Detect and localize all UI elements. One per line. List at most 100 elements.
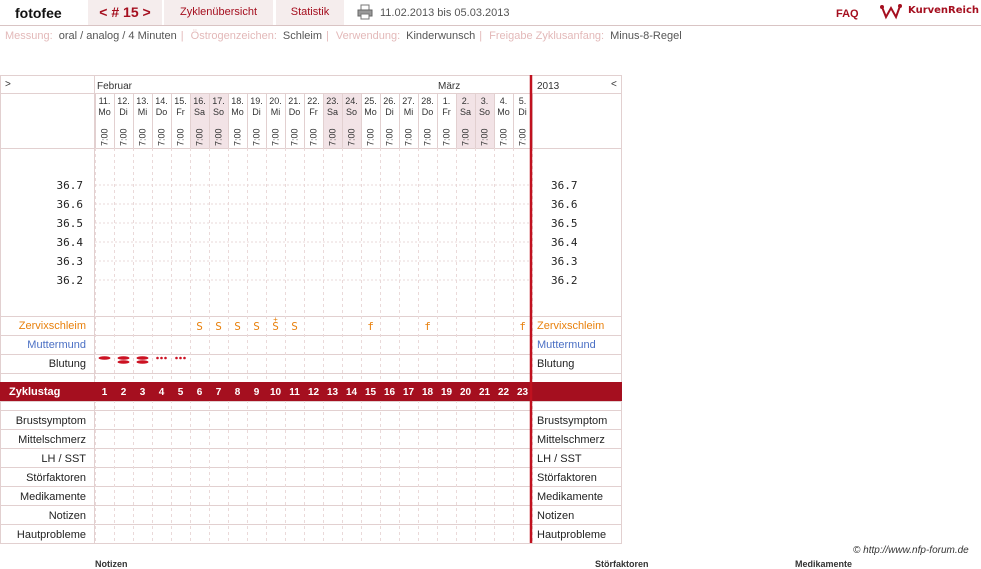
measure-time: 7:00 [423,128,433,146]
cervix-label-right: Muttermund [537,339,596,351]
day-weekday: Di [119,107,128,117]
day-date: 3. [481,96,489,106]
measure-time: 7:00 [271,128,281,146]
bleeding-spot-mark [160,356,163,360]
day-weekday: Fr [309,107,318,117]
temp-axis-left: 36.5 [57,217,84,230]
cycle-day-number: 6 [197,387,203,398]
temp-axis-right: 36.6 [551,198,578,211]
cycle-day-number: 18 [422,387,434,398]
cycle-day-number: 16 [384,387,396,398]
day-date: 1. [443,96,451,106]
disturbances-column-header: Störfaktoren [595,559,649,569]
measure-time: 7:00 [518,128,528,146]
prev-cycle-arrow[interactable]: > [5,79,11,90]
next-cycle-arrow[interactable]: < [611,79,617,90]
day-date: 27. [402,96,415,106]
bleeding-spot-mark [175,356,178,360]
cycle-day-number: 5 [178,387,184,398]
day-weekday: So [479,107,490,117]
day-date: 2. [462,96,470,106]
day-weekday: Di [252,107,261,117]
skin-label-right: Hautprobleme [537,529,606,541]
day-date: 18. [231,96,244,106]
measure-time: 7:00 [100,128,110,146]
day-weekday: Mo [98,107,111,117]
day-date: 16. [193,96,206,106]
cycle-chart: Zyklustag> <Februar März 201311.Mo7:00112.D… [0,75,622,544]
cycle-day-number: 23 [517,387,529,398]
measure-time: 7:00 [347,128,357,146]
disturbances-label-left: Störfaktoren [26,472,86,484]
day-date: 19. [250,96,263,106]
bleeding-label-left: Blutung [49,358,86,370]
bleeding-label-right: Blutung [537,358,574,370]
bleeding-heavy-mark [136,356,149,360]
day-date: 4. [500,96,508,106]
cycle-day-number: 13 [327,387,339,398]
mucus-mark: S [215,320,222,333]
bleeding-spot-mark [179,356,182,360]
day-weekday: Di [385,107,394,117]
bleeding-spot-mark [156,356,159,360]
day-weekday: Do [289,107,301,117]
cervix-label-left: Muttermund [27,339,86,351]
measure-time: 7:00 [385,128,395,146]
mucus-mark: S [196,320,203,333]
bleeding-heavy-mark [117,356,130,360]
day-date: 25. [364,96,377,106]
mucus-plus-mark: + [273,315,278,324]
measure-time: 7:00 [176,128,186,146]
mittelschmerz-label-right: Mittelschmerz [537,434,605,446]
measure-time: 7:00 [442,128,452,146]
day-date: 21. [288,96,301,106]
day-date: 15. [174,96,187,106]
temp-axis-left: 36.3 [57,255,84,268]
temp-axis-right: 36.3 [551,255,578,268]
temp-axis-right: 36.2 [551,274,578,287]
day-date: 28. [421,96,434,106]
cycle-day-number: 21 [479,387,491,398]
mucus-mark: S [234,320,241,333]
lh-test-label-left: LH / SST [41,453,86,465]
cycle-day-number: 1 [102,387,108,398]
cycle-day-number: 17 [403,387,415,398]
mucus-mark: S [291,320,298,333]
bleeding-spot-mark [183,356,186,360]
cycle-day-number: 2 [121,387,127,398]
temp-axis-left: 36.2 [57,274,84,287]
day-weekday: So [346,107,357,117]
day-date: 22. [307,96,320,106]
measure-time: 7:00 [138,128,148,146]
cycle-day-number: 8 [235,387,241,398]
day-weekday: Mo [231,107,244,117]
cycle-day-number: 9 [254,387,260,398]
measure-time: 7:00 [404,128,414,146]
day-weekday: Do [156,107,168,117]
bleeding-heavy-mark [98,356,111,360]
medication-label-left: Medikamente [20,491,86,503]
medication-column-header: Medikamente [795,559,853,569]
day-weekday: Di [518,107,527,117]
cycle-day-number: 15 [365,387,377,398]
bleeding-heavy-mark [117,360,130,364]
temp-axis-left: 36.6 [57,198,84,211]
cycle-day-label: Zyklustag [9,386,60,398]
temp-axis-left: 36.4 [57,236,84,249]
measure-time: 7:00 [195,128,205,146]
day-date: 14. [155,96,168,106]
day-date: 26. [383,96,396,106]
cycle-day-number: 3 [140,387,146,398]
day-date: 11. [99,96,111,106]
day-weekday: Mi [138,107,148,117]
day-weekday: Fr [176,107,185,117]
cycle-day-number: 12 [308,387,320,398]
day-date: 24. [345,96,358,106]
temp-axis-right: 36.7 [551,179,578,192]
cycle-day-number: 10 [270,387,282,398]
measure-time: 7:00 [119,128,129,146]
measure-time: 7:00 [157,128,167,146]
cycle-day-number: 20 [460,387,472,398]
measure-time: 7:00 [499,128,509,146]
medication-label-right: Medikamente [537,491,603,503]
